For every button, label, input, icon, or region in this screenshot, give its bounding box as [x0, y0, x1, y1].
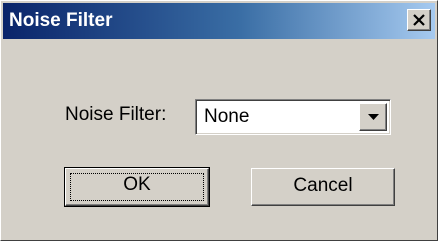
dropdown-button[interactable]: [359, 103, 387, 131]
window-title: Noise Filter: [9, 10, 113, 31]
noise-filter-label: Noise Filter:: [65, 104, 167, 125]
title-bar[interactable]: Noise Filter: [3, 3, 435, 39]
noise-filter-selected-value: None: [204, 106, 250, 127]
noise-filter-select[interactable]: None: [195, 99, 391, 135]
cancel-button[interactable]: Cancel: [251, 168, 395, 206]
cancel-button-label: Cancel: [293, 175, 353, 196]
close-button[interactable]: [407, 9, 431, 31]
chevron-down-icon: [368, 114, 379, 120]
close-icon: [413, 14, 425, 26]
ok-button[interactable]: OK: [64, 167, 210, 207]
ok-button-label: OK: [123, 174, 151, 195]
noise-filter-dialog: Noise Filter Noise Filter: None OK Cance…: [0, 0, 438, 241]
